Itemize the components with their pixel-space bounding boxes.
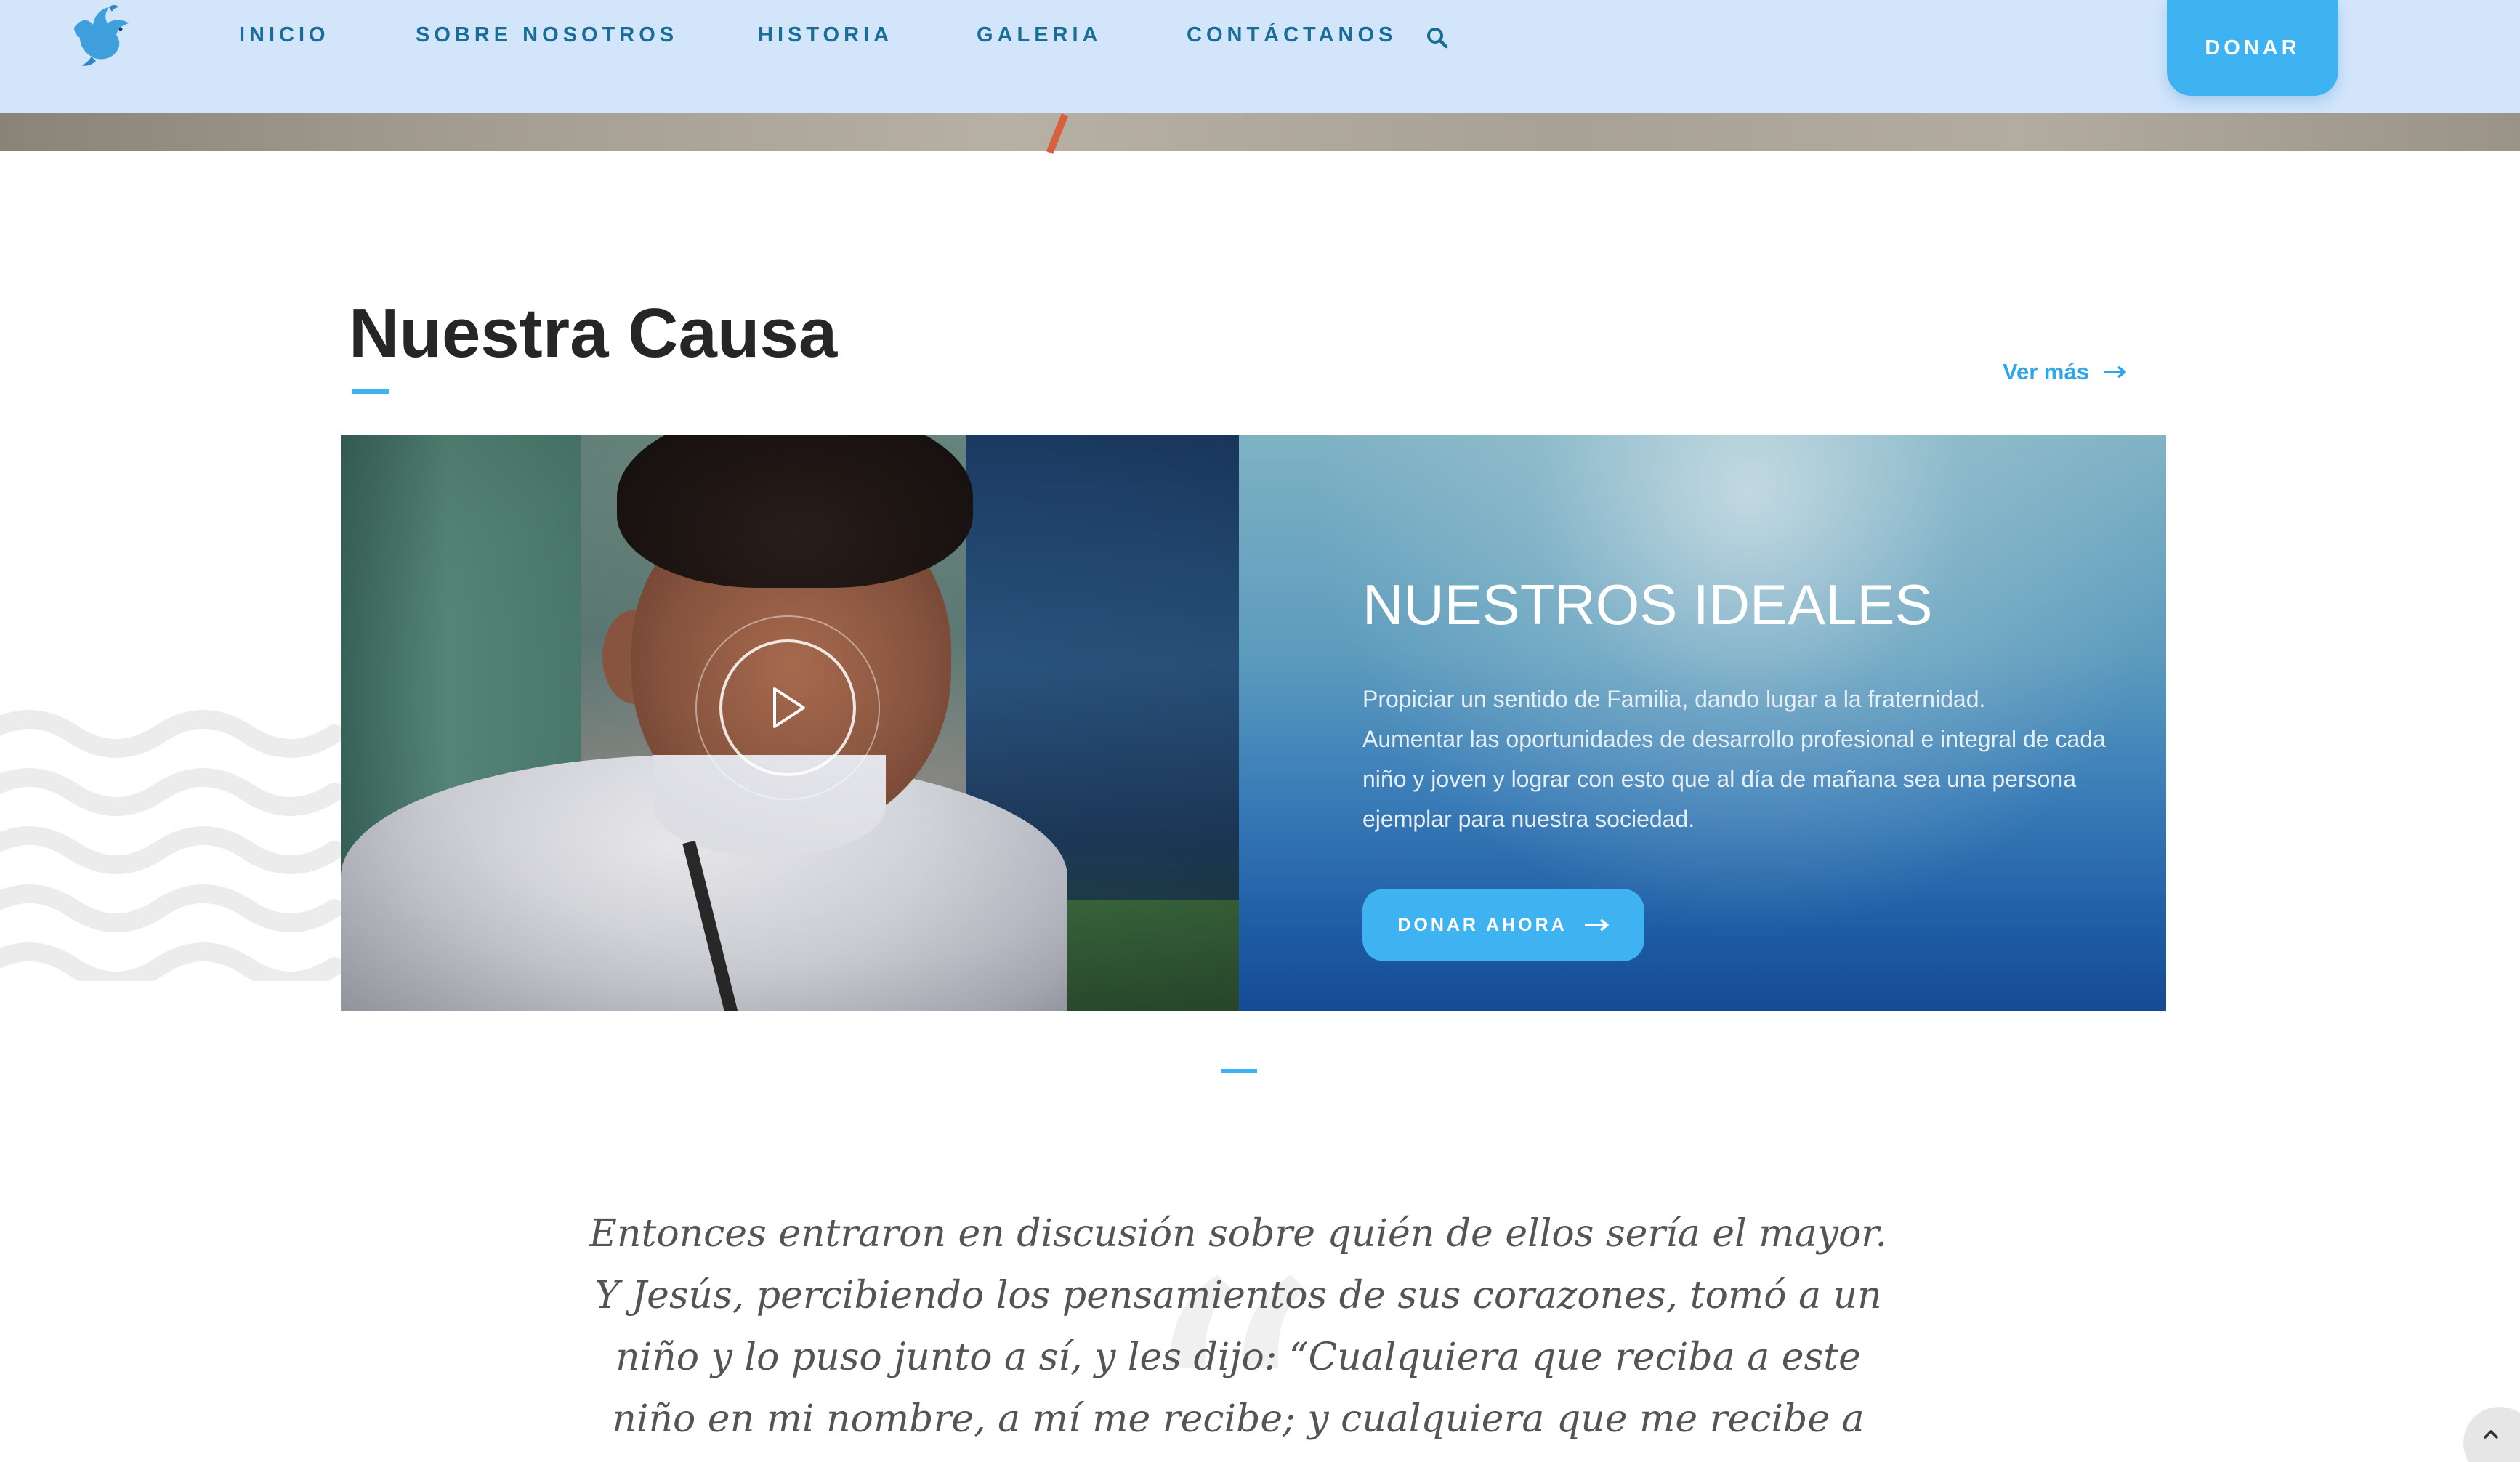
dove-logo-icon[interactable]	[67, 3, 137, 70]
donar-ahora-button[interactable]: DONAR AHORA	[1362, 889, 1644, 961]
donate-button[interactable]: DONAR	[2167, 0, 2338, 96]
ver-mas-link[interactable]: Ver más	[2003, 356, 2127, 388]
arrow-right-icon	[2103, 366, 2126, 379]
nav-item-galeria[interactable]: GALERIA	[977, 23, 1102, 47]
section-title: Nuestra Causa	[349, 294, 838, 372]
chevron-up-icon	[2484, 1430, 2498, 1439]
ver-mas-label: Ver más	[2003, 359, 2089, 384]
arrow-right-icon	[1584, 918, 1609, 932]
quote-line: Y Jesús, percibiendo los pensamientos de…	[594, 1274, 1882, 1317]
play-icon	[773, 687, 805, 728]
nav-item-historia[interactable]: HISTORIA	[758, 23, 893, 47]
video-thumbnail[interactable]	[341, 435, 1239, 1011]
decorative-waves	[0, 710, 342, 981]
play-button[interactable]	[719, 639, 856, 776]
donar-ahora-label: DONAR AHORA	[1397, 914, 1567, 935]
nav-item-sobre-nosotros[interactable]: SOBRE NOSOTROS	[416, 23, 678, 47]
ideals-text: Propiciar un sentido de Familia, dando l…	[1362, 679, 2106, 839]
section-divider	[1221, 1069, 1257, 1073]
nav-item-contactanos[interactable]: CONTÁCTANOS	[1187, 23, 1397, 47]
quote-line: niño y lo puso junto a sí, y les dijo: “…	[615, 1336, 1861, 1379]
ideals-line: Aumentar las oportunidades de desarrollo…	[1362, 726, 2106, 752]
ideals-panel: NUESTROS IDEALES Propiciar un sentido de…	[1239, 435, 2166, 1011]
ideals-line: Propiciar un sentido de Familia, dando l…	[1362, 686, 1986, 712]
nav-item-inicio[interactable]: INICIO	[239, 23, 330, 47]
ideals-title: NUESTROS IDEALES	[1362, 573, 1933, 637]
hero-image-strip	[0, 109, 2520, 154]
quote-line: Entonces entraron en discusión sobre qui…	[589, 1212, 1887, 1256]
ideals-line: niño y joven y lograr con esto que al dí…	[1362, 766, 2076, 792]
search-icon[interactable]	[1426, 26, 1449, 49]
ideals-line: ejemplar para nuestra sociedad.	[1362, 806, 1695, 832]
quote-line: niño en mi nombre, a mí me recibe; y cua…	[612, 1397, 1865, 1441]
hero-image-detail	[1046, 113, 1069, 154]
title-underline	[352, 389, 389, 394]
scroll-top-button[interactable]	[2463, 1407, 2520, 1462]
page: INICIO SOBRE NOSOTROS HISTORIA GALERIA C…	[0, 0, 2520, 1462]
bible-quote: Entonces entraron en discusión sobre qui…	[581, 1203, 1895, 1450]
site-header: INICIO SOBRE NOSOTROS HISTORIA GALERIA C…	[0, 0, 2520, 113]
